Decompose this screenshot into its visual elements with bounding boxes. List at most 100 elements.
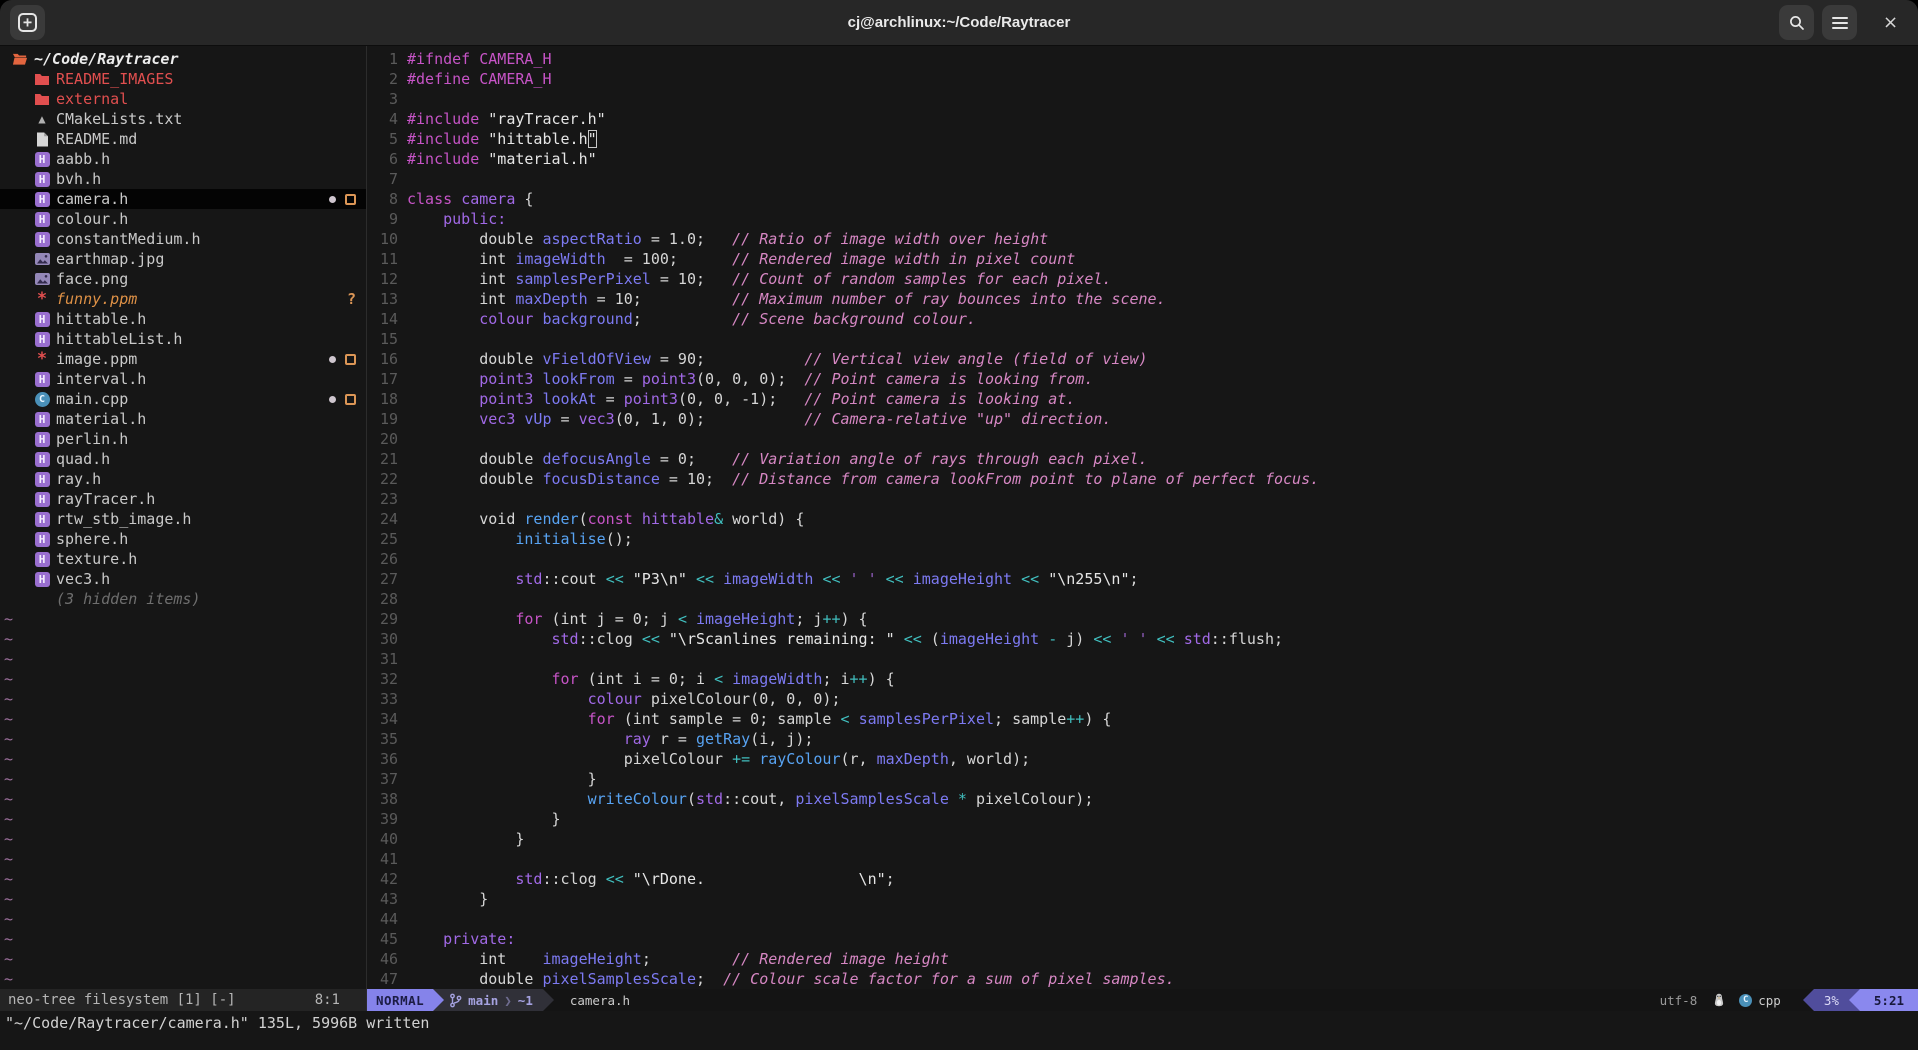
code-line-34[interactable]: 34 for (int sample = 0; sample < samples…: [367, 709, 1918, 729]
tree-item-readmeimages[interactable]: README_IMAGES: [0, 69, 366, 89]
folder-icon: [34, 91, 50, 107]
line-number: 9: [367, 209, 398, 229]
code-line-5[interactable]: 5#include "hittable.h": [367, 129, 1918, 149]
code-line-20[interactable]: 20: [367, 429, 1918, 449]
code-line-13[interactable]: 13 int maxDepth = 10; // Maximum number …: [367, 289, 1918, 309]
code-line-47[interactable]: 47 double pixelSamplesScale; // Colour s…: [367, 969, 1918, 989]
code-line-24[interactable]: 24 void render(const hittable& world) {: [367, 509, 1918, 529]
tree-item-label: sphere.h: [56, 530, 128, 548]
code-line-8[interactable]: 8class camera {: [367, 189, 1918, 209]
tree-item-ray.h[interactable]: Hray.h: [0, 469, 366, 489]
tree-item-face.png[interactable]: face.png: [0, 269, 366, 289]
close-button[interactable]: ×: [1873, 5, 1908, 40]
code-text: }: [398, 829, 524, 849]
code-line-35[interactable]: 35 ray r = getRay(i, j);: [367, 729, 1918, 749]
code-text: initialise();: [398, 529, 633, 549]
code-line-43[interactable]: 43 }: [367, 889, 1918, 909]
code-line-26[interactable]: 26: [367, 549, 1918, 569]
tree-item-raytracer.h[interactable]: HrayTracer.h: [0, 489, 366, 509]
code-line-2[interactable]: 2#define CAMERA_H: [367, 69, 1918, 89]
line-number: 22: [367, 469, 398, 489]
code-line-29[interactable]: 29 for (int j = 0; j < imageHeight; j++)…: [367, 609, 1918, 629]
cpp-icon: C: [34, 391, 50, 407]
code-line-3[interactable]: 3: [367, 89, 1918, 109]
code-line-23[interactable]: 23: [367, 489, 1918, 509]
code-line-38[interactable]: 38 writeColour(std::cout, pixelSamplesSc…: [367, 789, 1918, 809]
code-text: [398, 329, 407, 349]
code-line-18[interactable]: 18 point3 lookAt = point3(0, 0, -1); // …: [367, 389, 1918, 409]
code-line-40[interactable]: 40 }: [367, 829, 1918, 849]
code-line-45[interactable]: 45 private:: [367, 929, 1918, 949]
tree-item-label: vec3.h: [56, 570, 110, 588]
menu-button[interactable]: [1822, 5, 1857, 40]
code-line-9[interactable]: 9 public:: [367, 209, 1918, 229]
code-line-33[interactable]: 33 colour pixelColour(0, 0, 0);: [367, 689, 1918, 709]
tree-item-perlin.h[interactable]: Hperlin.h: [0, 429, 366, 449]
tree-item-vec3.h[interactable]: Hvec3.h: [0, 569, 366, 589]
tree-item-constantmedium.h[interactable]: HconstantMedium.h: [0, 229, 366, 249]
line-number: 42: [367, 869, 398, 889]
code-line-31[interactable]: 31: [367, 649, 1918, 669]
code-line-4[interactable]: 4#include "rayTracer.h": [367, 109, 1918, 129]
code-line-16[interactable]: 16 double vFieldOfView = 90; // Vertical…: [367, 349, 1918, 369]
code-line-25[interactable]: 25 initialise();: [367, 529, 1918, 549]
tree-item-3hiddenitems[interactable]: (3 hidden items): [0, 589, 366, 609]
scroll-percent: 3%: [1814, 989, 1849, 1011]
code-line-1[interactable]: 1#ifndef CAMERA_H: [367, 49, 1918, 69]
code-line-44[interactable]: 44: [367, 909, 1918, 929]
code-line-39[interactable]: 39 }: [367, 809, 1918, 829]
tree-item-bvh.h[interactable]: Hbvh.h: [0, 169, 366, 189]
code-line-7[interactable]: 7: [367, 169, 1918, 189]
tree-item-image.ppm[interactable]: *image.ppm: [0, 349, 366, 369]
code-line-17[interactable]: 17 point3 lookFrom = point3(0, 0, 0); //…: [367, 369, 1918, 389]
tree-item-coderaytracer[interactable]: ~/Code/Raytracer: [0, 49, 366, 69]
tree-item-hittablelist.h[interactable]: HhittableList.h: [0, 329, 366, 349]
code-line-15[interactable]: 15: [367, 329, 1918, 349]
code-line-6[interactable]: 6#include "material.h": [367, 149, 1918, 169]
code-line-11[interactable]: 11 int imageWidth = 100; // Rendered ima…: [367, 249, 1918, 269]
code-line-22[interactable]: 22 double focusDistance = 10; // Distanc…: [367, 469, 1918, 489]
tree-item-camera.h[interactable]: Hcamera.h: [0, 189, 366, 209]
code-line-41[interactable]: 41: [367, 849, 1918, 869]
code-line-19[interactable]: 19 vec3 vUp = vec3(0, 1, 0); // Camera-r…: [367, 409, 1918, 429]
code-line-30[interactable]: 30 std::clog << "\rScanlines remaining: …: [367, 629, 1918, 649]
tree-item-rtwstbimage.h[interactable]: Hrtw_stb_image.h: [0, 509, 366, 529]
code-text: std::cout << "P3\n" << imageWidth << ' '…: [398, 569, 1139, 589]
tree-item-aabb.h[interactable]: Haabb.h: [0, 149, 366, 169]
tree-item-colour.h[interactable]: Hcolour.h: [0, 209, 366, 229]
tree-item-texture.h[interactable]: Htexture.h: [0, 549, 366, 569]
git-status-markers: [329, 389, 356, 409]
tree-item-readme.md[interactable]: README.md: [0, 129, 366, 149]
code-line-42[interactable]: 42 std::clog << "\rDone. \n";: [367, 869, 1918, 889]
line-number: 2: [367, 69, 398, 89]
code-line-37[interactable]: 37 }: [367, 769, 1918, 789]
tree-item-hittable.h[interactable]: Hhittable.h: [0, 309, 366, 329]
folder-open-icon: [12, 51, 28, 67]
tree-item-interval.h[interactable]: Hinterval.h: [0, 369, 366, 389]
code-line-27[interactable]: 27 std::cout << "P3\n" << imageWidth << …: [367, 569, 1918, 589]
empty-line-tilde: ~: [0, 809, 366, 829]
code-text: colour background; // Scene background c…: [398, 309, 976, 329]
code-text: ray r = getRay(i, j);: [398, 729, 813, 749]
code-line-10[interactable]: 10 double aspectRatio = 1.0; // Ratio of…: [367, 229, 1918, 249]
code-line-14[interactable]: 14 colour background; // Scene backgroun…: [367, 309, 1918, 329]
tree-item-earthmap.jpg[interactable]: earthmap.jpg: [0, 249, 366, 269]
tree-item-main.cpp[interactable]: Cmain.cpp: [0, 389, 366, 409]
code-line-12[interactable]: 12 int samplesPerPixel = 10; // Count of…: [367, 269, 1918, 289]
code-line-36[interactable]: 36 pixelColour += rayColour(r, maxDepth,…: [367, 749, 1918, 769]
code-line-21[interactable]: 21 double defocusAngle = 0; // Variation…: [367, 449, 1918, 469]
tree-item-external[interactable]: external: [0, 89, 366, 109]
tree-item-sphere.h[interactable]: Hsphere.h: [0, 529, 366, 549]
code-line-46[interactable]: 46 int imageHeight; // Rendered image he…: [367, 949, 1918, 969]
line-number: 21: [367, 449, 398, 469]
code-line-28[interactable]: 28: [367, 589, 1918, 609]
tree-item-funny.ppm[interactable]: *funny.ppm?: [0, 289, 366, 309]
tree-item-cmakelists.txt[interactable]: ▲CMakeLists.txt: [0, 109, 366, 129]
code-line-32[interactable]: 32 for (int i = 0; i < imageWidth; i++) …: [367, 669, 1918, 689]
search-button[interactable]: [1779, 5, 1814, 40]
tree-item-material.h[interactable]: Hmaterial.h: [0, 409, 366, 429]
tree-item-quad.h[interactable]: Hquad.h: [0, 449, 366, 469]
new-tab-button[interactable]: +: [10, 5, 45, 40]
line-number: 3: [367, 89, 398, 109]
line-number: 41: [367, 849, 398, 869]
